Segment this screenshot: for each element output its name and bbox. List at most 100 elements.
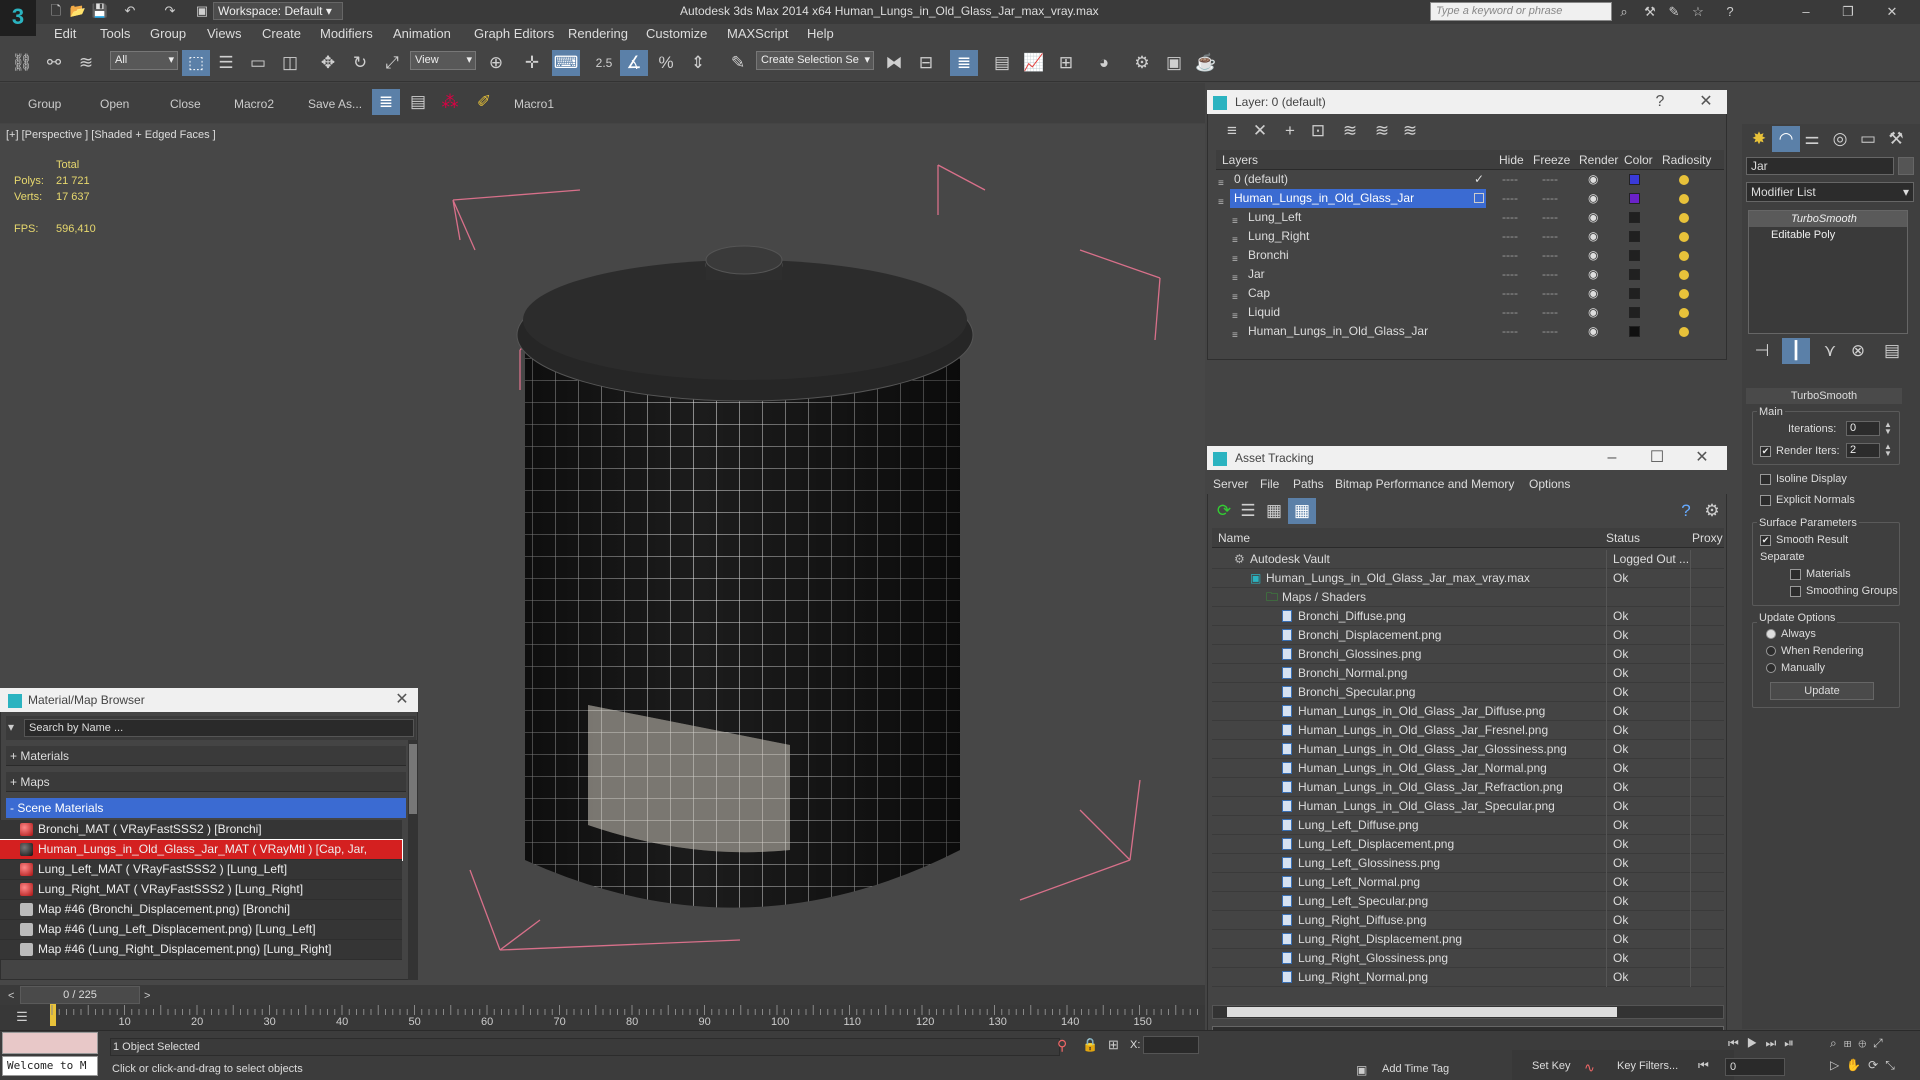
- explicit-normals-checkbox[interactable]: [1760, 494, 1771, 506]
- render-production-icon[interactable]: ☕: [1192, 50, 1220, 76]
- radiosity-bulb-icon[interactable]: [1679, 289, 1689, 299]
- current-layer-check-icon[interactable]: ✓: [1474, 170, 1484, 189]
- binoculars-icon[interactable]: ⌕: [1614, 2, 1634, 22]
- layer-name[interactable]: Jar: [1244, 265, 1269, 284]
- grid-view-icon[interactable]: ▦: [1288, 498, 1316, 524]
- restore-icon[interactable]: ❐: [1838, 2, 1858, 22]
- asset-row[interactable]: Human_Lungs_in_Old_Glass_Jar_Refraction.…: [1212, 778, 1724, 797]
- select-objects-in-layer-icon[interactable]: ⊡: [1304, 118, 1332, 144]
- menu-tools[interactable]: Tools: [100, 26, 130, 41]
- close-icon[interactable]: ✕: [1882, 2, 1902, 22]
- materials-row[interactable]: Materials: [1790, 568, 1851, 580]
- edit-named-selection-icon[interactable]: ✎: [724, 50, 752, 76]
- freeze-toggle[interactable]: ----: [1542, 284, 1558, 303]
- remove-modifier-icon[interactable]: ⊗: [1844, 338, 1872, 364]
- radiosity-bulb-icon[interactable]: [1679, 194, 1689, 204]
- asset-row[interactable]: ▣ Human_Lungs_in_Old_Glass_Jar_max_vray.m…: [1212, 569, 1724, 588]
- pivot-center-icon[interactable]: ⊕: [482, 50, 510, 76]
- render-teapot-icon[interactable]: ◉: [1588, 189, 1598, 208]
- table-view-icon[interactable]: ▦: [1260, 498, 1288, 524]
- add-time-tag[interactable]: Add Time Tag: [1382, 1063, 1449, 1075]
- section-materials[interactable]: + Materials: [6, 746, 406, 766]
- show-end-result-icon[interactable]: ┃: [1782, 338, 1810, 364]
- layer-row[interactable]: Jar ≡ ---- ---- ◉: [1216, 265, 1724, 284]
- link-icon[interactable]: ⛓: [8, 50, 36, 76]
- macro-macro1-button[interactable]: Macro1: [514, 97, 554, 111]
- communication-icon[interactable]: ✎: [1664, 2, 1684, 22]
- layer-color-swatch[interactable]: [1629, 231, 1640, 242]
- asset-row[interactable]: Human_Lungs_in_Old_Glass_Jar_Diffuse.png…: [1212, 702, 1724, 721]
- new-file-icon[interactable]: 🗋: [47, 2, 65, 20]
- isolate-icon[interactable]: ⚲: [1057, 1037, 1067, 1054]
- layer-manager-icon[interactable]: ≣: [950, 50, 978, 76]
- layer-row[interactable]: Human_Lungs_in_Old_Glass_Jar ≡ ---- ---- ◉: [1216, 322, 1724, 341]
- manually-radio[interactable]: [1766, 663, 1776, 674]
- layer-name[interactable]: 0 (default): [1230, 170, 1292, 189]
- object-name-field[interactable]: Jar: [1746, 157, 1894, 175]
- smoothing-groups-checkbox[interactable]: [1790, 585, 1801, 597]
- asset-row[interactable]: Lung_Left_Specular.png Ok: [1212, 892, 1724, 911]
- asset-hscroll-thumb[interactable]: [1227, 1007, 1617, 1017]
- when-rendering-row[interactable]: When Rendering: [1766, 645, 1864, 657]
- key-mode-icon[interactable]: ∿: [1584, 1060, 1595, 1076]
- section-maps[interactable]: + Maps: [6, 772, 406, 792]
- scene-material-item[interactable]: Map #46 (Lung_Right_Displacement.png) [L…: [0, 940, 402, 960]
- radiosity-bulb-icon[interactable]: [1679, 175, 1689, 185]
- motion-tab-icon[interactable]: ◎: [1826, 126, 1854, 152]
- layer-col-radiosity[interactable]: Radiosity: [1662, 153, 1711, 167]
- render-iters-row[interactable]: ✔ Render Iters:: [1760, 445, 1840, 457]
- asset-row[interactable]: Lung_Right_Diffuse.png Ok: [1212, 911, 1724, 930]
- mirror-icon[interactable]: ⧓: [880, 50, 908, 76]
- asset-minimize-icon[interactable]: –: [1600, 446, 1624, 470]
- open-file-icon[interactable]: 📂: [69, 2, 87, 20]
- render-iters-spinner[interactable]: 2: [1846, 443, 1880, 458]
- asset-row[interactable]: Lung_Left_Glossiness.png Ok: [1212, 854, 1724, 873]
- modify-tab-icon[interactable]: ◠: [1772, 126, 1800, 152]
- reference-coord-dropdown[interactable]: View ▾: [410, 51, 476, 70]
- viewport-nav-controls-2[interactable]: ▷✋⟳⤡: [1830, 1058, 1902, 1073]
- rect-region-icon[interactable]: ▭: [244, 50, 272, 76]
- macro-group-button[interactable]: Group: [28, 97, 61, 111]
- radiosity-bulb-icon[interactable]: [1679, 251, 1689, 261]
- render-iters-spinner-arrows[interactable]: ▲ ▼: [1884, 443, 1892, 458]
- layer-name[interactable]: Liquid: [1244, 303, 1284, 322]
- asset-row[interactable]: Lung_Left_Diffuse.png Ok: [1212, 816, 1724, 835]
- time-next-arrow-icon[interactable]: >: [144, 990, 150, 1002]
- unlink-icon[interactable]: ⚯: [40, 50, 68, 76]
- project-folder-icon[interactable]: ▣: [193, 2, 211, 20]
- material-search-input[interactable]: Search by Name ...: [24, 719, 414, 737]
- freeze-toggle[interactable]: ----: [1542, 246, 1558, 265]
- set-key-button[interactable]: Set Key: [1532, 1060, 1571, 1072]
- layer-row[interactable]: Human_Lungs_in_Old_Glass_Jar ≡ ---- ---- ◉: [1216, 189, 1724, 208]
- render-teapot-icon[interactable]: ◉: [1588, 265, 1598, 284]
- scene-material-item[interactable]: Map #46 (Lung_Left_Displacement.png) [Lu…: [0, 920, 402, 940]
- layer-color-swatch[interactable]: [1629, 174, 1640, 185]
- bind-space-warp-icon[interactable]: ≋: [72, 50, 100, 76]
- asset-menu-bitmap[interactable]: Bitmap Performance and Memory: [1335, 477, 1514, 491]
- section-scene-materials[interactable]: - Scene Materials: [6, 798, 406, 818]
- workspace-dropdown[interactable]: Workspace: Default ▾: [213, 2, 343, 20]
- asset-hscrollbar[interactable]: [1212, 1005, 1724, 1019]
- asset-row[interactable]: Bronchi_Normal.png Ok: [1212, 664, 1724, 683]
- asset-col-proxy[interactable]: Proxy: [1692, 531, 1723, 545]
- menu-edit[interactable]: Edit: [54, 26, 76, 41]
- time-tag-icon[interactable]: ▣: [1356, 1063, 1367, 1077]
- keyboard-shortcut-toggle-icon[interactable]: ⌨: [552, 50, 580, 76]
- scene-material-item[interactable]: Map #46 (Bronchi_Displacement.png) [Bron…: [0, 900, 402, 920]
- object-color-swatch[interactable]: [1898, 157, 1914, 175]
- hide-toggle[interactable]: ----: [1502, 265, 1518, 284]
- macro-save-as-button[interactable]: Save As...: [308, 97, 362, 111]
- asset-row[interactable]: ⚙ Autodesk Vault Logged Out ...: [1212, 550, 1724, 569]
- layer-col-layers[interactable]: Layers: [1222, 153, 1258, 167]
- layer-col-render[interactable]: Render: [1579, 153, 1618, 167]
- window-crossing-icon[interactable]: ◫: [276, 50, 304, 76]
- material-scrollbar[interactable]: [408, 740, 418, 980]
- asset-close-icon[interactable]: ✕: [1690, 446, 1714, 470]
- smooth-result-checkbox[interactable]: ✔: [1760, 534, 1771, 546]
- asset-row[interactable]: Lung_Right_Normal.png Ok: [1212, 968, 1724, 987]
- highlight-layer-icon[interactable]: ≋: [1336, 118, 1364, 144]
- asset-row[interactable]: 🗀 Maps / Shaders: [1212, 588, 1724, 607]
- maxscript-listener-top[interactable]: [2, 1032, 98, 1054]
- asset-col-status[interactable]: Status: [1606, 531, 1640, 545]
- freeze-toggle[interactable]: ----: [1542, 322, 1558, 341]
